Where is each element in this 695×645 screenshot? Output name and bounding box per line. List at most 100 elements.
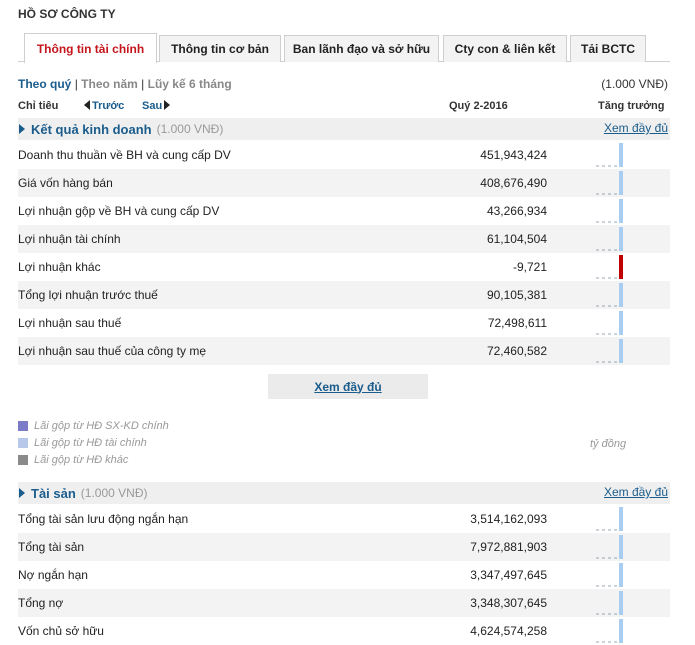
period-quarter-link[interactable]: Theo quý xyxy=(18,77,71,91)
row-value: 3,514,162,093 xyxy=(470,512,547,526)
chevron-left-icon xyxy=(84,100,90,110)
growth-sparkline xyxy=(596,339,623,363)
row-label: Lợi nhuận khác xyxy=(18,260,101,274)
legend-item: Lãi gộp từ HĐ tài chính xyxy=(18,437,147,449)
section-unit: (1.000 VNĐ) xyxy=(156,122,224,136)
legend-item: Lãi gộp từ HĐ khác xyxy=(18,454,128,466)
legend-label: Lãi gộp từ HĐ khác xyxy=(34,454,129,466)
period-selector: Theo quý | Theo năm | Lũy kế 6 tháng xyxy=(18,77,232,91)
growth-bar-positive xyxy=(619,339,623,363)
table-row: Nợ ngắn hạn 3,347,497,645 xyxy=(18,561,670,589)
chevron-right-icon xyxy=(164,100,171,110)
row-value: 43,266,934 xyxy=(486,204,547,218)
row-value: 61,104,504 xyxy=(486,232,547,246)
tab-subsidiaries[interactable]: Cty con & liên kết xyxy=(443,35,567,62)
period-year-link[interactable]: Theo năm xyxy=(81,77,138,91)
legend-label: Lãi gộp từ HĐ SX-KD chính xyxy=(34,420,169,432)
row-value: -9,721 xyxy=(512,260,547,274)
section-arrow-icon xyxy=(19,124,25,134)
view-full-link[interactable]: Xem đầy đủ xyxy=(604,121,668,135)
section-title: Kết quả kinh doanh xyxy=(31,121,152,137)
row-value: 72,498,611 xyxy=(487,316,547,330)
row-label: Lợi nhuận sau thuế xyxy=(18,316,122,330)
growth-sparkline xyxy=(596,535,623,559)
table-row: Tổng tài sản 7,972,881,903 xyxy=(18,533,670,561)
section-income: Kết quả kinh doanh (1.000 VNĐ) Xem đầy đ… xyxy=(18,118,670,140)
section-title: Tài sản xyxy=(31,485,76,501)
growth-bar-positive xyxy=(619,227,623,251)
growth-sparkline xyxy=(596,283,623,307)
tab-basic-info[interactable]: Thông tin cơ bản xyxy=(159,35,281,62)
growth-sparkline xyxy=(596,143,623,167)
period-cumulative-link[interactable]: Lũy kế 6 tháng xyxy=(148,77,232,91)
legend-swatch xyxy=(18,455,28,465)
table-row: Tổng lợi nhuận trước thuế 90,105,381 xyxy=(18,281,670,309)
section-assets: Tài sản (1.000 VNĐ) Xem đầy đủ xyxy=(18,482,670,504)
column-indicator-header: Chỉ tiêu xyxy=(18,100,59,112)
legend-unit: tỷ đồng xyxy=(590,438,627,450)
row-value: 451,943,424 xyxy=(480,148,547,162)
table-row: Lợi nhuận khác -9,721 xyxy=(18,253,670,281)
row-label: Vốn chủ sở hữu xyxy=(18,624,104,638)
growth-sparkline xyxy=(596,591,623,615)
row-value: 3,347,497,645 xyxy=(470,568,547,582)
growth-bar-positive xyxy=(619,507,623,531)
growth-sparkline xyxy=(596,227,623,251)
growth-bar-negative xyxy=(619,255,623,279)
row-label: Nợ ngắn hạn xyxy=(18,568,88,582)
row-label: Tổng tài sản xyxy=(18,540,85,554)
view-full-button[interactable]: Xem đầy đủ xyxy=(268,374,428,399)
prev-period-button[interactable]: Trước xyxy=(84,100,124,112)
growth-sparkline xyxy=(596,507,623,531)
row-label: Lợi nhuận sau thuế của công ty mẹ xyxy=(18,344,206,358)
growth-bar-positive xyxy=(619,619,623,643)
growth-sparkline xyxy=(596,619,623,643)
row-value: 408,676,490 xyxy=(480,176,547,190)
view-full-link[interactable]: Xem đầy đủ xyxy=(604,485,668,499)
next-period-button[interactable]: Sau xyxy=(142,100,171,112)
row-value: 7,972,881,903 xyxy=(470,540,547,554)
column-growth-header: Tăng trưởng xyxy=(598,100,665,112)
tab-bar: Thông tin tài chính Thông tin cơ bản Ban… xyxy=(18,33,670,63)
row-value: 90,105,381 xyxy=(486,288,547,302)
row-label: Tổng lợi nhuận trước thuế xyxy=(18,288,158,302)
growth-sparkline xyxy=(596,563,623,587)
table-row: Doanh thu thuần về BH và cung cấp DV 451,… xyxy=(18,141,670,169)
growth-bar-positive xyxy=(619,283,623,307)
growth-sparkline xyxy=(596,199,623,223)
row-value: 4,624,574,258 xyxy=(470,624,547,638)
tab-management-ownership[interactable]: Ban lãnh đạo và sở hữu xyxy=(284,35,439,62)
row-label: Lợi nhuận tài chính xyxy=(18,232,121,246)
row-value: 72,460,582 xyxy=(486,344,547,358)
growth-bar-positive xyxy=(619,171,623,195)
row-label: Tổng nợ xyxy=(18,596,64,610)
tab-download-reports[interactable]: Tải BCTC xyxy=(570,35,646,62)
growth-bar-positive xyxy=(619,591,623,615)
period-separator: | xyxy=(74,77,78,91)
legend-swatch xyxy=(18,421,28,431)
tab-financial-info[interactable]: Thông tin tài chính xyxy=(24,33,157,63)
table-row: Tổng tài sản lưu động ngắn hạn 3,514,162,… xyxy=(18,505,670,533)
legend-item: Lãi gộp từ HĐ SX-KD chính xyxy=(18,420,169,432)
row-value: 3,348,307,645 xyxy=(470,596,547,610)
table-row: Lợi nhuận gộp về BH và cung cấp DV 43,266… xyxy=(18,197,670,225)
page-title: HỒ SƠ CÔNG TY xyxy=(18,7,116,21)
growth-bar-positive xyxy=(619,563,623,587)
table-row: Lợi nhuận sau thuế của công ty mẹ 72,460,… xyxy=(18,337,670,365)
growth-sparkline xyxy=(596,171,623,195)
column-period-header: Quý 2-2016 xyxy=(449,100,508,112)
table-row: Giá vốn hàng bán 408,676,490 xyxy=(18,169,670,197)
row-label: Lợi nhuận gộp về BH và cung cấp DV xyxy=(18,204,220,218)
growth-bar-positive xyxy=(619,143,623,167)
table-row: Lợi nhuận sau thuế 72,498,611 xyxy=(18,309,670,337)
table-row: Lợi nhuận tài chính 61,104,504 xyxy=(18,225,670,253)
section-unit: (1.000 VNĐ) xyxy=(80,486,148,500)
legend-label: Lãi gộp từ HĐ tài chính xyxy=(34,437,147,449)
prev-label: Trước xyxy=(92,100,125,112)
growth-bar-positive xyxy=(619,535,623,559)
growth-sparkline xyxy=(596,255,623,279)
period-separator: | xyxy=(141,77,145,91)
growth-bar-positive xyxy=(619,311,623,335)
table-row: Tổng nợ 3,348,307,645 xyxy=(18,589,670,617)
section-arrow-icon xyxy=(19,488,25,498)
